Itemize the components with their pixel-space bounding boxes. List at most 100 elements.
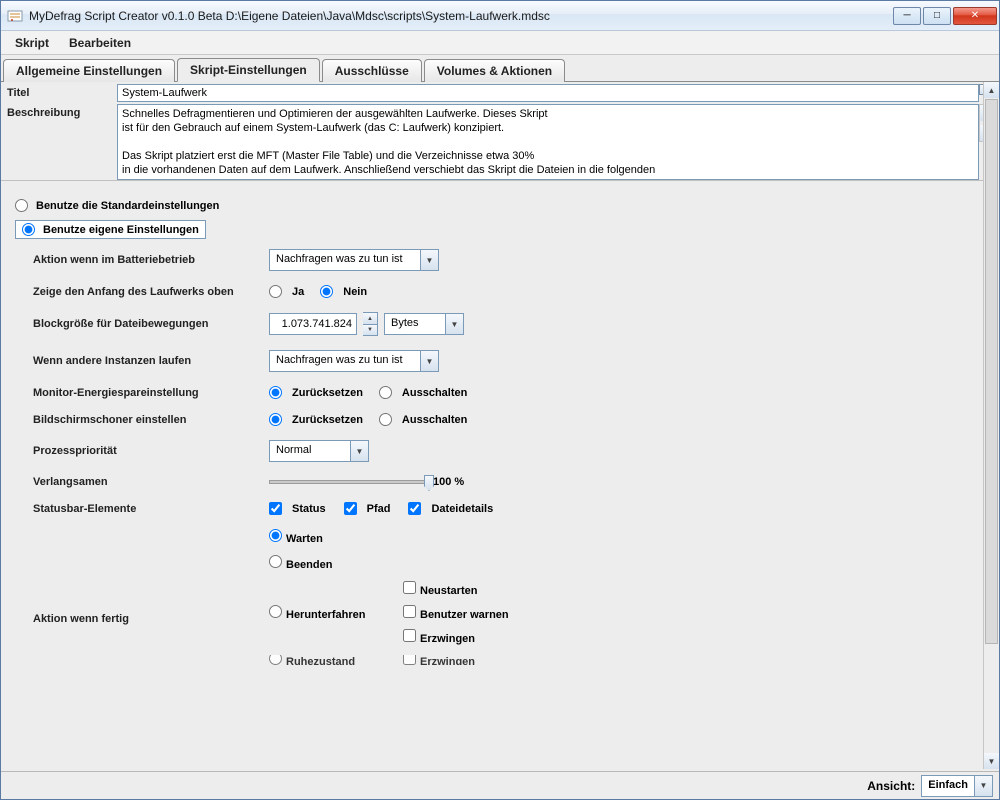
blocksize-input[interactable] [269,313,357,335]
view-combo[interactable]: Einfach ▼ [921,775,993,797]
other-combo[interactable]: Nachfragen was zu tun ist ▼ [269,350,439,372]
warnuser-checkbox[interactable] [403,605,416,618]
screensaver-off-radio[interactable] [379,413,392,426]
row-priority: Prozesspriorität Normal ▼ [33,440,991,462]
battery-combo-value: Nachfragen was zu tun ist [270,250,420,270]
tab-general[interactable]: Allgemeine Einstellungen [3,59,175,82]
row-finished-action: Aktion wenn fertig Warten Beenden Herunt… [33,529,991,665]
other-label: Wenn andere Instanzen laufen [33,355,269,367]
slowdown-slider[interactable] [269,480,429,484]
menu-edit[interactable]: Bearbeiten [59,31,141,54]
battery-label: Aktion wenn im Batteriebetrieb [33,254,269,266]
app-window: MyDefrag Script Creator v0.1.0 Beta D:\E… [0,0,1000,800]
chevron-down-icon[interactable]: ▼ [974,776,992,796]
mode-default-row[interactable]: Benutze die Standardeinstellungen [15,199,991,212]
path-checkbox[interactable] [344,502,357,515]
showtop-no-label: Nein [343,286,367,298]
status-checkbox[interactable] [269,502,282,515]
other-combo-value: Nachfragen was zu tun ist [270,351,420,371]
finish-shutdown-label: Herunterfahren [286,609,365,621]
filedetails-checkbox[interactable] [408,502,421,515]
statusbar-label: Statusbar-Elemente [33,503,269,515]
showtop-yes-label: Ja [292,286,304,298]
mode-default-radio[interactable] [15,199,28,212]
view-combo-value: Einfach [922,776,974,796]
tab-excludes[interactable]: Ausschlüsse [322,59,422,82]
screensaver-label: Bildschirmschoner einstellen [33,414,269,426]
tab-script-settings[interactable]: Skript-Einstellungen [177,58,320,82]
scroll-down-icon[interactable]: ▼ [984,753,999,769]
row-blocksize: Blockgröße für Dateibewegungen ▲ ▼ Bytes… [33,312,991,336]
footer-bar: Ansicht: Einfach ▼ [1,771,999,799]
finished-label: Aktion wenn fertig [33,529,269,625]
custom-settings: Aktion wenn im Batteriebetrieb Nachfrage… [33,249,991,665]
title-label: Titel [7,84,117,99]
finish-wait-label: Warten [286,533,323,545]
finish-shutdown-radio[interactable] [269,605,282,618]
menu-bar: Skript Bearbeiten [1,31,999,55]
restart-checkbox[interactable] [403,581,416,594]
screensaver-reset-label: Zurücksetzen [292,414,363,426]
scroll-up-icon[interactable]: ▲ [984,82,999,98]
power-label: Monitor-Energiespareinstellung [33,387,269,399]
showtop-label: Zeige den Anfang des Laufwerks oben [33,286,269,298]
mode-custom-label: Benutze eigene Einstellungen [43,224,199,236]
warnuser-label: Benutzer warnen [420,609,509,621]
blocksize-unit-combo[interactable]: Bytes ▼ [384,313,464,335]
finish-quit-radio[interactable] [269,555,282,568]
showtop-no-radio[interactable] [320,285,333,298]
close-button[interactable]: ✕ [953,7,997,25]
row-screensaver: Bildschirmschoner einstellen Zurücksetze… [33,413,991,426]
blocksize-label: Blockgröße für Dateibewegungen [33,318,269,330]
force2-label: Erzwingen [420,656,475,665]
content-pane: Titel ▲ Beschreibung Schnelles Defragmen… [1,82,999,799]
power-reset-radio[interactable] [269,386,282,399]
minimize-button[interactable]: ─ [893,7,921,25]
battery-combo[interactable]: Nachfragen was zu tun ist ▼ [269,249,439,271]
tab-volumes[interactable]: Volumes & Aktionen [424,59,565,82]
menu-script[interactable]: Skript [5,31,59,54]
settings-area: Benutze die Standardeinstellungen Benutz… [1,181,999,771]
scroll-thumb[interactable] [985,99,998,644]
row-statusbar: Statusbar-Elemente Status Pfad Dateideta… [33,502,991,515]
spinner-down-icon[interactable]: ▼ [363,324,377,335]
content-scrollbar[interactable]: ▲ ▼ [983,82,999,769]
finish-hibernate-label: Ruhezustand [286,656,355,665]
chevron-down-icon[interactable]: ▼ [350,441,368,461]
force2-checkbox[interactable] [403,655,416,665]
restart-label: Neustarten [420,585,477,597]
slider-thumb[interactable] [424,475,434,491]
maximize-button[interactable]: □ [923,7,951,25]
title-input[interactable] [117,84,979,102]
row-showtop: Zeige den Anfang des Laufwerks oben Ja N… [33,285,991,298]
slowdown-label: Verlangsamen [33,476,269,488]
mode-default-label: Benutze die Standardeinstellungen [36,200,219,212]
mode-custom-row[interactable]: Benutze eigene Einstellungen [15,220,206,239]
chevron-down-icon[interactable]: ▼ [420,250,438,270]
window-title: MyDefrag Script Creator v0.1.0 Beta D:\E… [29,9,893,23]
chevron-down-icon[interactable]: ▼ [445,314,463,334]
slowdown-value: 100 % [433,476,464,488]
blocksize-spinner[interactable]: ▲ ▼ [363,312,378,336]
force-label: Erzwingen [420,633,475,645]
power-off-radio[interactable] [379,386,392,399]
priority-combo[interactable]: Normal ▼ [269,440,369,462]
screensaver-reset-radio[interactable] [269,413,282,426]
spinner-up-icon[interactable]: ▲ [363,313,377,324]
chevron-down-icon[interactable]: ▼ [420,351,438,371]
force-checkbox[interactable] [403,629,416,642]
titlebar: MyDefrag Script Creator v0.1.0 Beta D:\E… [1,1,999,31]
window-controls: ─ □ ✕ [893,7,997,25]
row-battery: Aktion wenn im Batteriebetrieb Nachfrage… [33,249,991,271]
view-label: Ansicht: [867,779,915,793]
row-powersave: Monitor-Energiespareinstellung Zurückset… [33,386,991,399]
showtop-yes-radio[interactable] [269,285,282,298]
power-reset-label: Zurücksetzen [292,387,363,399]
description-label: Beschreibung [7,104,117,119]
description-input[interactable]: Schnelles Defragmentieren und Optimieren… [117,104,979,180]
priority-label: Prozesspriorität [33,445,269,457]
mode-custom-radio[interactable] [22,223,35,236]
finish-wait-radio[interactable] [269,529,282,542]
finish-hibernate-radio[interactable] [269,655,282,665]
screensaver-off-label: Ausschalten [402,414,467,426]
